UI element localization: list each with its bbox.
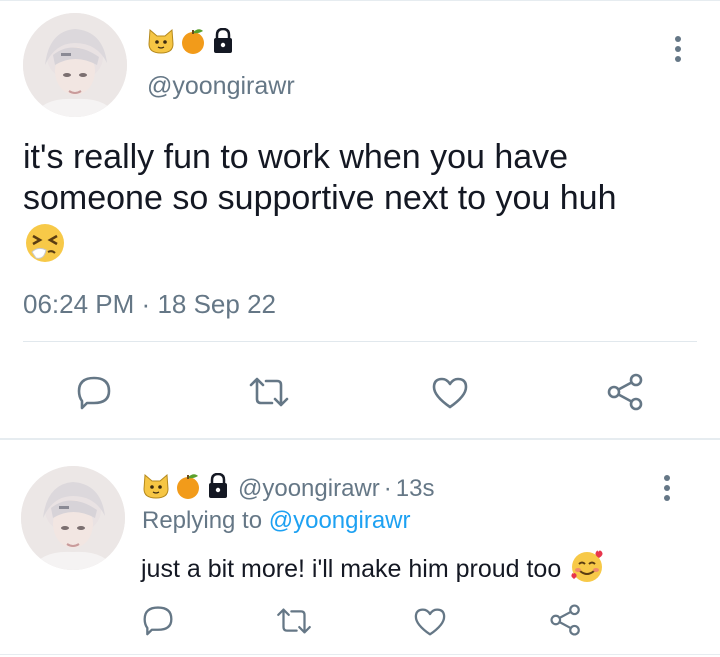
timestamp-divider: [23, 341, 697, 342]
reply-header-row: @yoongirawr · 13s: [142, 472, 434, 505]
section-separator: [0, 438, 720, 440]
author-emoji-row: [147, 27, 235, 60]
reply-time-separator: ·: [383, 474, 392, 502]
like-icon[interactable]: [431, 376, 469, 410]
share-icon[interactable]: [606, 372, 646, 412]
reply-time-ago: 13s: [395, 474, 435, 502]
reply-author-avatar[interactable]: [21, 466, 125, 570]
reply-author-handle[interactable]: @yoongirawr: [238, 475, 380, 503]
lock-icon: [206, 472, 230, 504]
reply-reply-icon[interactable]: [142, 604, 174, 636]
reply-icon[interactable]: [76, 374, 112, 410]
bottom-separator: [0, 654, 720, 655]
replying-to-handle[interactable]: @yoongirawr: [269, 507, 411, 534]
tweet-time: 06:24 PM: [23, 289, 135, 319]
reply-more-options-icon[interactable]: [661, 473, 673, 503]
tangerine-icon: [174, 472, 202, 505]
replying-to-prefix: Replying to: [142, 507, 263, 534]
retweet-icon[interactable]: [245, 375, 293, 409]
replying-to-line: Replying to @yoongirawr: [142, 507, 411, 535]
more-options-icon[interactable]: [672, 34, 684, 64]
timestamp-separator: ·: [141, 289, 151, 319]
reply-text-row: just a bit more! i'll make him proud too: [141, 548, 605, 591]
reply-retweet-icon[interactable]: [273, 606, 315, 636]
smiling-face-with-hearts-icon: [569, 548, 605, 591]
sneezing-face-icon: [24, 222, 66, 269]
reply-share-icon[interactable]: [549, 603, 583, 637]
author-handle[interactable]: @yoongirawr: [147, 72, 295, 101]
reply-text: just a bit more! i'll make him proud too: [141, 555, 562, 583]
author-avatar[interactable]: [23, 13, 127, 117]
lock-icon: [211, 27, 235, 59]
tweet-text: it's really fun to work when you have so…: [23, 138, 617, 217]
tweet-date: 18 Sep 22: [157, 289, 276, 319]
reply-like-icon[interactable]: [413, 607, 447, 637]
cat-face-icon: [142, 473, 170, 504]
tweet-timestamp-row: 06:24 PM · 18 Sep 22: [23, 289, 276, 320]
cat-face-icon: [147, 28, 175, 59]
tangerine-icon: [179, 27, 207, 60]
top-border: [0, 0, 720, 1]
